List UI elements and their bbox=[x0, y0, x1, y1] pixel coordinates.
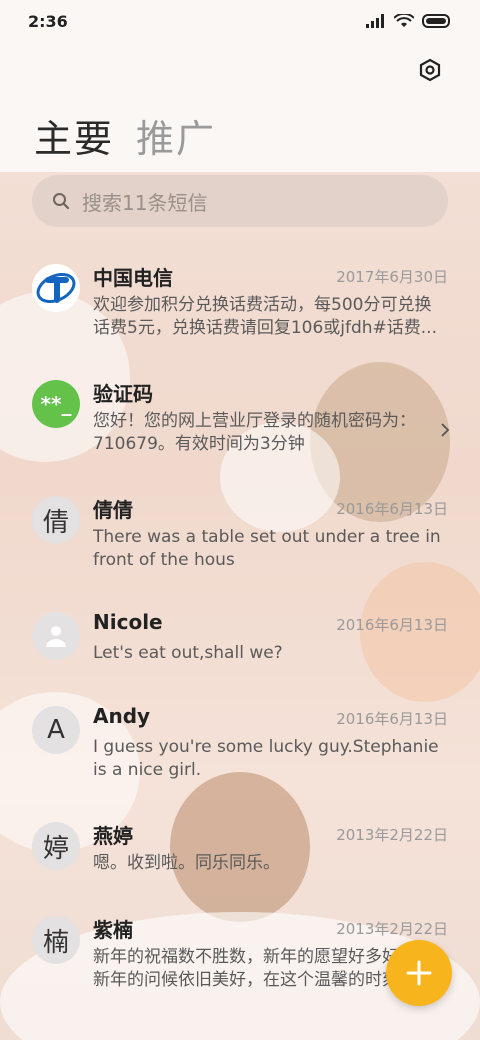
avatar-text: 婷 bbox=[42, 833, 69, 864]
thread-row[interactable]: 中国电信 2017年6月30日 欢迎参加积分兑换话费活动，每500分可兑换话费5… bbox=[0, 250, 480, 366]
china-telecom-logo-icon bbox=[36, 272, 76, 304]
plus-icon bbox=[406, 960, 432, 986]
thread-name: 验证码 bbox=[93, 382, 153, 406]
avatar bbox=[32, 264, 80, 312]
avatar-text: 倩 bbox=[42, 507, 69, 538]
thread-name: 紫楠 bbox=[93, 918, 133, 942]
tab-promotions[interactable]: 推广 bbox=[136, 108, 216, 163]
thread-date: 2016年6月13日 bbox=[336, 710, 448, 728]
tab-primary[interactable]: 主要 bbox=[34, 108, 114, 163]
search-bar[interactable]: 搜索11条短信 bbox=[32, 175, 448, 227]
avatar: 倩 bbox=[32, 496, 80, 544]
thread-name: 中国电信 bbox=[93, 266, 173, 290]
thread-preview: I guess you're some lucky guy.Stephanie … bbox=[93, 737, 439, 780]
status-bar: 2:36 bbox=[0, 0, 480, 42]
thread-name: 燕婷 bbox=[93, 824, 133, 848]
thread-preview: Let's eat out,shall we? bbox=[93, 643, 283, 663]
settings-hexagon-icon bbox=[419, 58, 441, 82]
thread-row[interactable]: **_ 验证码 您好！您的网上营业厅登录的随机密码为：710679。有效时间为3… bbox=[0, 366, 480, 482]
signal-icon bbox=[366, 14, 384, 28]
thread-row[interactable]: 倩 倩倩 2016年6月13日 There was a table set ou… bbox=[0, 482, 480, 598]
search-placeholder: 搜索11条短信 bbox=[82, 190, 208, 215]
settings-button[interactable] bbox=[416, 56, 444, 84]
battery-icon bbox=[422, 14, 450, 28]
thread-date: 2017年6月30日 bbox=[336, 268, 448, 286]
thread-name: Nicole bbox=[93, 610, 163, 634]
person-icon bbox=[46, 626, 66, 647]
chevron-right-icon bbox=[441, 423, 450, 437]
avatar-text: A bbox=[47, 715, 65, 745]
thread-date: 2016年6月13日 bbox=[336, 500, 448, 518]
thread-preview: 欢迎参加积分兑换话费活动，每500分可兑换话费5元，兑换话费请回复106或jfd… bbox=[93, 295, 437, 338]
avatar: 婷 bbox=[32, 822, 80, 870]
status-time: 2:36 bbox=[28, 11, 68, 31]
status-icons bbox=[366, 14, 452, 28]
thread-preview: 嗯。收到啦。同乐同乐。 bbox=[93, 853, 280, 873]
thread-date: 2016年6月13日 bbox=[336, 616, 448, 634]
thread-preview: There was a table set out under a tree i… bbox=[93, 527, 441, 570]
thread-row[interactable]: Nicole 2016年6月13日 Let's eat out,shall we… bbox=[0, 598, 480, 692]
thread-name: Andy bbox=[93, 704, 151, 728]
tab-bar: 主要 推广 bbox=[34, 108, 216, 163]
thread-date: 2013年2月22日 bbox=[336, 826, 448, 844]
avatar bbox=[32, 612, 80, 660]
thread-name: 倩倩 bbox=[93, 498, 133, 522]
avatar: **_ bbox=[32, 380, 80, 428]
thread-row[interactable]: 婷 燕婷 2013年2月22日 嗯。收到啦。同乐同乐。 bbox=[0, 808, 480, 902]
thread-list: 中国电信 2017年6月30日 欢迎参加积分兑换话费活动，每500分可兑换话费5… bbox=[0, 250, 480, 1018]
search-icon bbox=[53, 193, 70, 210]
avatar: 楠 bbox=[32, 916, 80, 964]
thread-row[interactable]: A Andy 2016年6月13日 I guess you're some lu… bbox=[0, 692, 480, 808]
thread-preview: 您好！您的网上营业厅登录的随机密码为：710679。有效时间为3分钟 bbox=[93, 411, 416, 454]
thread-date: 2013年2月22日 bbox=[336, 920, 448, 938]
wifi-icon bbox=[394, 14, 414, 27]
compose-button[interactable] bbox=[386, 940, 452, 1006]
avatar: A bbox=[32, 706, 80, 754]
avatar-text: **_ bbox=[40, 392, 72, 416]
avatar-text: 楠 bbox=[42, 927, 69, 958]
